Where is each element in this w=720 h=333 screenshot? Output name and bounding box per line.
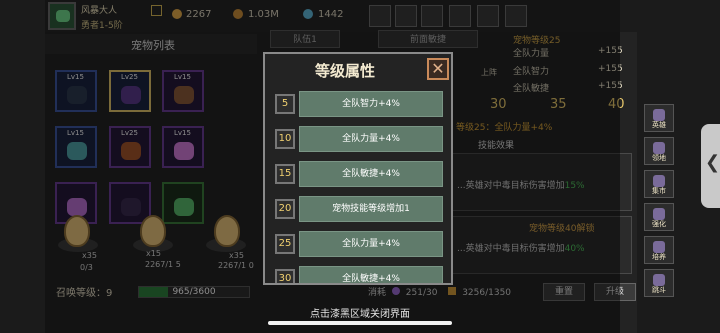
level-row: 25 全队力量+4% <box>275 231 443 257</box>
level-row: 10 全队力量+4% <box>275 126 443 152</box>
level-effect: 全队敏捷+4% <box>299 266 443 283</box>
sidebar-item-train[interactable]: 培养 <box>644 236 674 264</box>
sidebar-item-heroes[interactable]: 英雄 <box>644 104 674 132</box>
chevron-left-icon: ❮ <box>705 152 720 173</box>
level-effect: 全队智力+4% <box>299 91 443 117</box>
level-number: 25 <box>275 234 295 254</box>
close-button[interactable]: ✕ <box>427 58 449 80</box>
sidebar-item-market[interactable]: 集市 <box>644 170 674 198</box>
level-attributes-modal: 等级属性 ✕ 5 全队智力+4% 10 全队力量+4% 15 全队敏捷+4% 2… <box>263 52 453 285</box>
level-effect: 全队力量+4% <box>299 231 443 257</box>
level-number: 10 <box>275 129 295 149</box>
level-effect: 全队力量+4% <box>299 126 443 152</box>
level-effect: 宠物技能等级增加1 <box>299 196 443 222</box>
level-number: 20 <box>275 199 295 219</box>
game-screen: 风暴大人 勇者1-5阶 2267 1.03M 1442 宠物列表 Lv15 Lv… <box>0 0 720 333</box>
level-row: 15 全队敏捷+4% <box>275 161 443 187</box>
level-row: 30 全队敏捷+4% <box>275 266 443 283</box>
level-row: 20 宠物技能等级增加1 <box>275 196 443 222</box>
level-effect: 全队敏捷+4% <box>299 161 443 187</box>
modal-title: 等级属性 <box>314 62 375 80</box>
level-number: 5 <box>275 94 295 114</box>
close-hint: 点击漆黑区域关闭界面 <box>310 309 410 320</box>
sidebar-item-battle[interactable]: 跳斗 <box>644 269 674 297</box>
sidebar-item-enhance[interactable]: 强化 <box>644 203 674 231</box>
close-icon: ✕ <box>431 59 445 78</box>
side-drawer-toggle[interactable]: ❮ <box>701 124 720 208</box>
level-number: 15 <box>275 164 295 184</box>
level-number: 30 <box>275 269 295 283</box>
level-row: 5 全队智力+4% <box>275 91 443 117</box>
home-indicator[interactable] <box>268 321 452 325</box>
sidebar-item-territory[interactable]: 领地 <box>644 137 674 165</box>
